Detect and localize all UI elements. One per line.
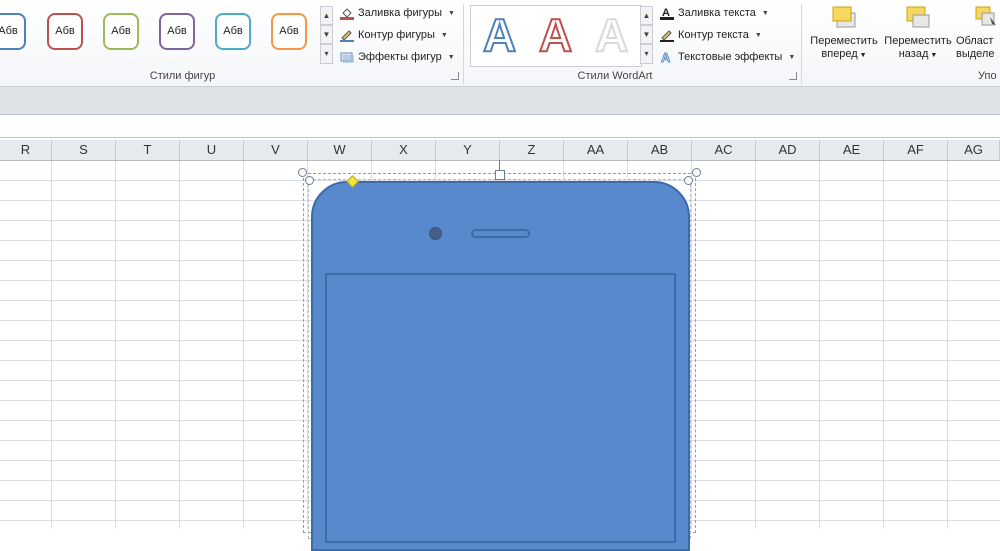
column-header-v[interactable]: V [244, 140, 308, 160]
column-header-s[interactable]: S [52, 140, 116, 160]
shape-fill-button[interactable]: Заливка фигуры ▼ [340, 4, 455, 22]
column-header-z[interactable]: Z [500, 140, 564, 160]
shape-effects-label: Эффекты фигур [358, 51, 442, 63]
wordart-style-gray[interactable]: A [594, 8, 629, 62]
text-fill-icon: A [660, 6, 674, 20]
column-header-ac[interactable]: AC [692, 140, 756, 160]
bring-forward-icon [831, 5, 857, 29]
send-backward-button[interactable]: Переместить назад ▼ [880, 5, 956, 62]
group-divider [463, 4, 464, 84]
column-header-y[interactable]: Y [436, 140, 500, 160]
bring-forward-label-2: вперед [821, 48, 858, 60]
resize-handle-top-right-inner[interactable] [684, 176, 693, 185]
shape-fill-label: Заливка фигуры [358, 7, 443, 19]
phone-screen-shape[interactable] [325, 273, 676, 543]
phone-camera [429, 227, 442, 240]
column-header-x[interactable]: X [372, 140, 436, 160]
column-header-ae[interactable]: AE [820, 140, 884, 160]
pen-outline-icon [340, 28, 354, 42]
send-backward-icon [905, 5, 931, 29]
chevron-down-icon: ▼ [761, 9, 769, 17]
chevron-down-icon: ▼ [447, 53, 455, 61]
text-fill-label: Заливка текста [678, 7, 756, 19]
column-header-u[interactable]: U [180, 140, 244, 160]
chevron-down-icon: ▼ [857, 52, 867, 59]
shape-style-tile[interactable]: Абв [103, 13, 139, 50]
group-divider [801, 4, 802, 84]
column-header-ab[interactable]: AB [628, 140, 692, 160]
shape-style-tile[interactable]: Абв [47, 13, 83, 50]
chevron-down-icon: ▼ [788, 53, 796, 61]
wordart-gallery: A A A [470, 5, 642, 67]
send-backward-label-1: Переместить [884, 35, 952, 47]
wordart-style-blue[interactable]: A [482, 8, 517, 62]
chevron-down-icon: ▼ [928, 52, 938, 59]
selection-pane-label-2: выделе [956, 48, 995, 60]
shape-style-tile[interactable]: Абв [159, 13, 195, 50]
rotation-handle[interactable] [495, 170, 505, 180]
shape-style-tile[interactable]: Абв [215, 13, 251, 50]
phone-speaker [471, 229, 530, 238]
wordart-scroll-down-button[interactable]: ▼ [640, 25, 653, 44]
column-headers: R S T U V W X Y Z AA AB AC AD AE AF AG [0, 140, 1000, 161]
shape-style-tile[interactable]: Абв [271, 13, 307, 50]
ribbon: Абв Абв Абв Абв Абв Абв ▲ ▼ ▾ Заливка фи… [0, 0, 1000, 87]
text-outline-button[interactable]: Контур текста ▼ [660, 26, 762, 44]
wordart-scroll-up-button[interactable]: ▲ [640, 6, 653, 25]
column-header-r[interactable]: R [0, 140, 52, 160]
selection-pane-button[interactable]: Област выделе [956, 5, 1000, 61]
selection-pane-icon [974, 5, 1000, 29]
selection-pane-label-1: Област [956, 35, 994, 47]
shape-outline-button[interactable]: Контур фигуры ▼ [340, 26, 448, 44]
column-header-t[interactable]: T [116, 140, 180, 160]
paint-bucket-icon [340, 6, 354, 20]
shape-styles-group-label: Стили фигур [149, 70, 216, 82]
text-effects-button[interactable]: A Текстовые эффекты ▼ [660, 48, 796, 66]
shape-effects-icon [340, 50, 354, 64]
chevron-down-icon: ▼ [440, 31, 448, 39]
shape-outline-label: Контур фигуры [358, 29, 435, 41]
chevron-down-icon: ▼ [448, 9, 455, 17]
column-header-w[interactable]: W [308, 140, 372, 160]
shape-effects-button[interactable]: Эффекты фигур ▼ [340, 48, 455, 66]
chevron-down-icon: ▼ [754, 31, 762, 39]
text-effects-icon: A [660, 50, 674, 66]
gallery-more-button[interactable]: ▾ [320, 44, 333, 64]
resize-handle-top-right[interactable] [692, 168, 701, 177]
gallery-scroll-up-button[interactable]: ▲ [320, 6, 333, 25]
text-fill-button[interactable]: A Заливка текста ▼ [660, 4, 769, 22]
text-outline-label: Контур текста [678, 29, 749, 41]
column-header-ag[interactable]: AG [948, 140, 1000, 160]
arrange-group-label: Упо [978, 70, 997, 82]
name-box-bar[interactable] [0, 87, 1000, 115]
wordart-style-red[interactable]: A [538, 8, 573, 62]
text-effects-label: Текстовые эффекты [678, 51, 783, 63]
column-header-aa[interactable]: AA [564, 140, 628, 160]
bring-forward-button[interactable]: Переместить вперед ▼ [806, 5, 882, 62]
send-backward-label-2: назад [898, 48, 929, 60]
bring-forward-label-1: Переместить [810, 35, 878, 47]
wordart-more-button[interactable]: ▾ [640, 44, 653, 64]
shape-style-tile[interactable]: Абв [0, 13, 26, 50]
formula-bar[interactable] [0, 115, 1000, 138]
resize-handle-top-left[interactable] [298, 168, 307, 177]
pen-outline-icon [660, 28, 674, 42]
shape-styles-launcher-icon[interactable] [451, 72, 459, 80]
column-header-af[interactable]: AF [884, 140, 948, 160]
column-header-ad[interactable]: AD [756, 140, 820, 160]
wordart-launcher-icon[interactable] [789, 72, 797, 80]
gallery-scroll-down-button[interactable]: ▼ [320, 25, 333, 44]
wordart-styles-group-label: Стили WordArt [577, 70, 653, 82]
resize-handle-top-left-inner[interactable] [305, 176, 314, 185]
svg-text:A: A [661, 50, 671, 64]
